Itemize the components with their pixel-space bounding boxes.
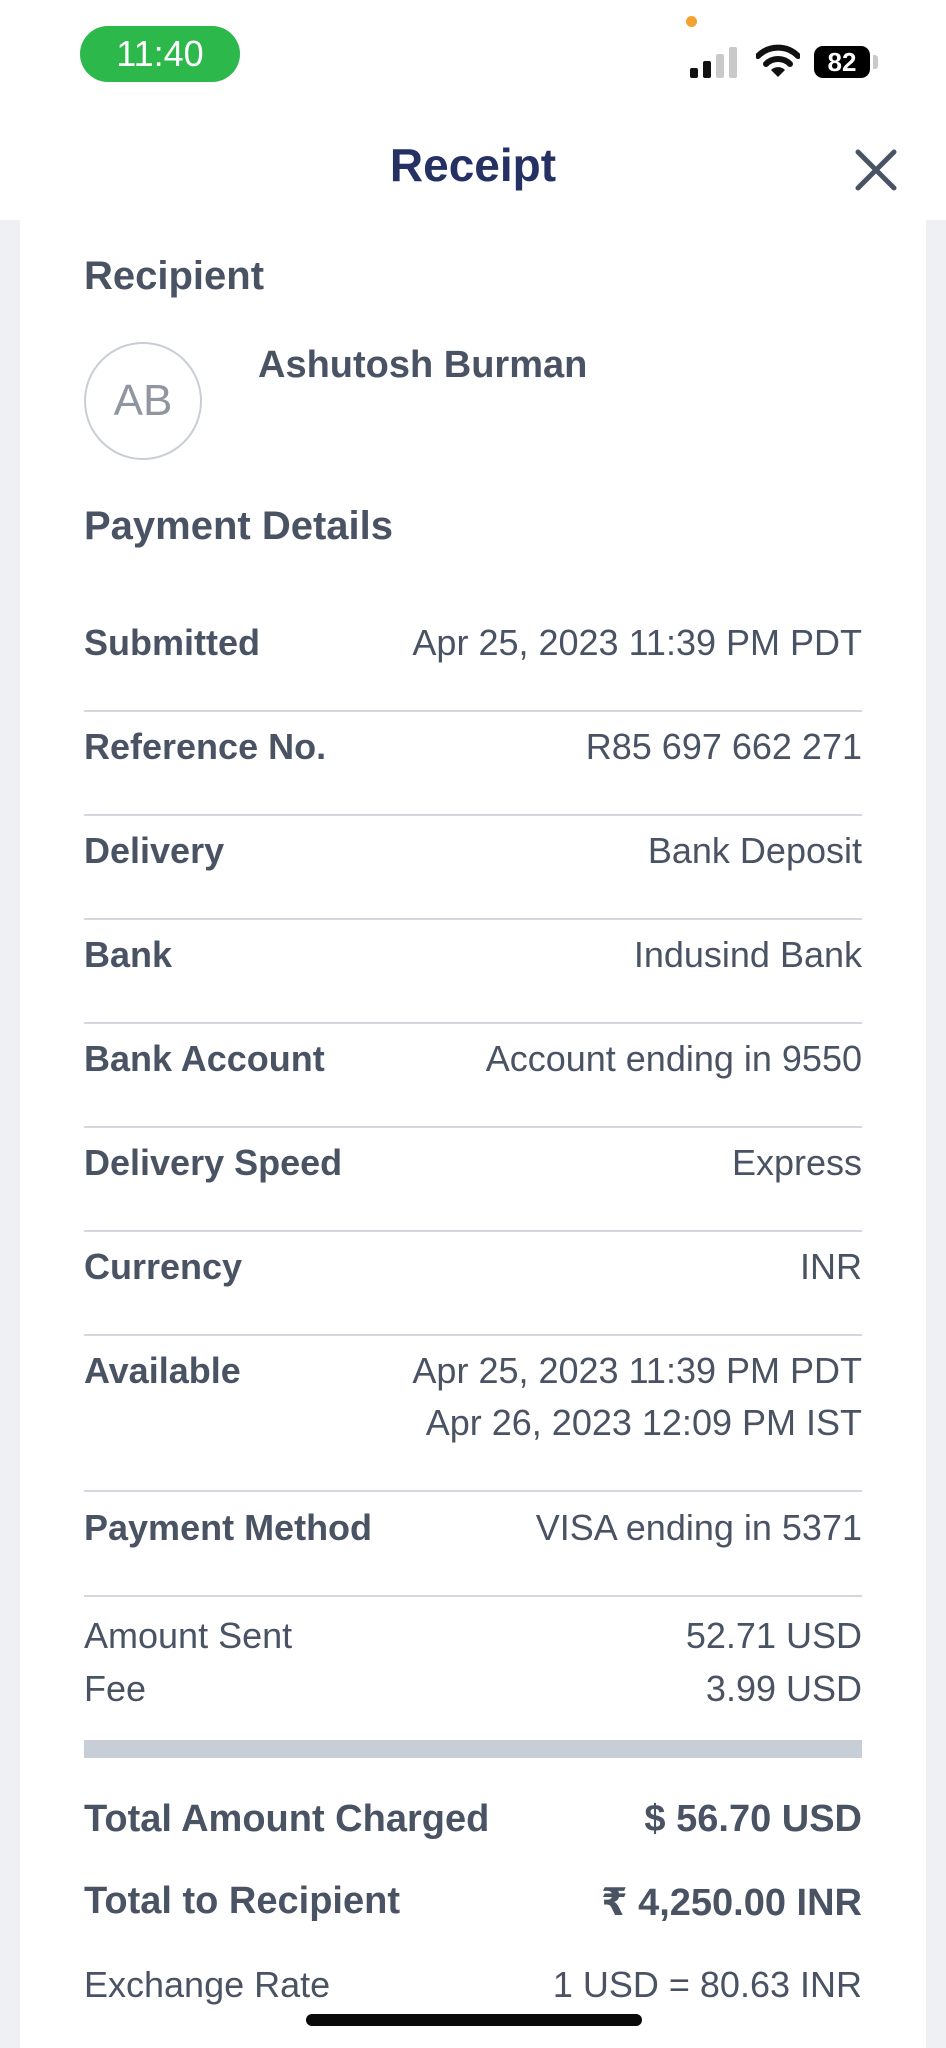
detail-value: Account ending in 9550 (485, 1038, 862, 1079)
total-recipient-value: ₹ 4,250.00 INR (601, 1882, 862, 1924)
close-icon[interactable] (852, 146, 900, 194)
avatar: AB (84, 342, 202, 460)
status-bar: 11:40 82 (0, 0, 946, 110)
battery-icon: 82 (814, 46, 870, 78)
detail-label: Delivery Speed (84, 1142, 343, 1183)
home-indicator[interactable] (306, 2014, 642, 2026)
detail-label: Reference No. (84, 726, 327, 767)
detail-value-secondary: Apr 26, 2023 12:09 PM IST (425, 1402, 862, 1443)
recipient-section-title: Recipient (84, 254, 265, 298)
detail-value: INR (800, 1246, 862, 1287)
fee-label: Fee (84, 1668, 147, 1709)
detail-label: Submitted (84, 622, 260, 663)
detail-value: VISA ending in 5371 (535, 1507, 862, 1548)
detail-row-currency: Currency INR (84, 1246, 862, 1336)
status-time: 11:40 (80, 26, 240, 82)
page-title: Receipt (389, 139, 557, 191)
detail-row-reference: Reference No. R85 697 662 271 (84, 726, 862, 816)
exchange-rate-label: Exchange Rate (84, 1964, 331, 2005)
detail-value: Apr 25, 2023 11:39 PM PDT (412, 622, 862, 663)
cellular-signal-icon (690, 47, 737, 78)
total-charged-label: Total Amount Charged (84, 1798, 490, 1840)
payment-details-title: Payment Details (84, 504, 394, 548)
fee-value: 3.99 USD (705, 1668, 862, 1709)
detail-row-submitted: Submitted Apr 25, 2023 11:39 PM PDT (84, 622, 862, 712)
receipt-card: Recipient AB Ashutosh Burman Payment Det… (20, 220, 926, 2048)
wifi-icon (756, 44, 800, 77)
detail-label: Bank (84, 934, 173, 975)
detail-label: Bank Account (84, 1038, 325, 1079)
exchange-rate-value: 1 USD = 80.63 INR (552, 1964, 862, 2005)
detail-label: Available (84, 1350, 241, 1391)
detail-row-delivery: Delivery Bank Deposit (84, 830, 862, 920)
detail-row-available: Available Apr 25, 2023 11:39 PM PDT Apr … (84, 1350, 862, 1492)
detail-row-delivery-speed: Delivery Speed Express (84, 1142, 862, 1232)
total-recipient-label: Total to Recipient (84, 1880, 400, 1922)
detail-value: R85 697 662 271 (585, 726, 862, 767)
amount-sent-label: Amount Sent (84, 1615, 293, 1656)
recipient-name: Ashutosh Burman (258, 344, 588, 386)
receipt-header: Receipt (0, 110, 946, 220)
detail-row-payment-method: Payment Method VISA ending in 5371 (84, 1507, 862, 1597)
battery-cap (873, 55, 878, 69)
amount-sent-value: 52.71 USD (685, 1615, 862, 1656)
detail-row-bank: Bank Indusind Bank (84, 934, 862, 1024)
total-charged-value: $ 56.70 USD (644, 1798, 862, 1840)
detail-value: Express (731, 1142, 862, 1183)
totals-divider (84, 1740, 862, 1758)
detail-row-bank-account: Bank Account Account ending in 9550 (84, 1038, 862, 1128)
detail-label: Payment Method (84, 1507, 373, 1548)
detail-value: Indusind Bank (633, 934, 862, 975)
detail-value: Apr 25, 2023 11:39 PM PDT (412, 1350, 862, 1391)
detail-value: Bank Deposit (647, 830, 862, 871)
detail-label: Delivery (84, 830, 225, 871)
privacy-indicator-dot (686, 16, 697, 27)
detail-label: Currency (84, 1246, 243, 1287)
